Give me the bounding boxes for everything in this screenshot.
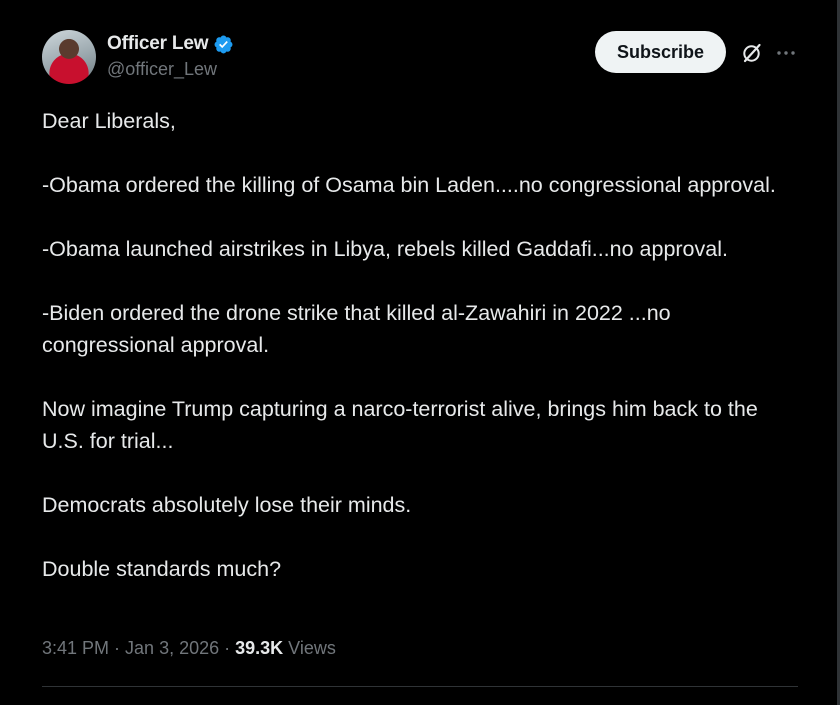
- post-date[interactable]: Jan 3, 2026: [125, 638, 219, 659]
- post-paragraph: -Obama ordered the killing of Osama bin …: [42, 173, 776, 197]
- post-paragraph: Now imagine Trump capturing a narco-terr…: [42, 397, 758, 453]
- post-paragraph: -Obama launched airstrikes in Libya, reb…: [42, 237, 728, 261]
- avatar[interactable]: [42, 30, 96, 84]
- post-paragraph: Double standards much?: [42, 557, 282, 581]
- display-name-row: Officer Lew: [107, 32, 234, 56]
- grok-icon[interactable]: [740, 41, 764, 65]
- post-paragraph: Dear Liberals,: [42, 109, 176, 133]
- post-paragraph: -Biden ordered the drone strike that kil…: [42, 301, 671, 357]
- post-meta: 3:41 PM · Jan 3, 2026 · 39.3K Views: [42, 638, 336, 659]
- verified-badge-icon: [214, 35, 233, 53]
- divider: [42, 686, 798, 687]
- author-handle[interactable]: @officer_Lew: [107, 59, 234, 80]
- subscribe-button[interactable]: Subscribe: [594, 31, 726, 73]
- post-text: Dear Liberals, -Obama ordered the killin…: [42, 105, 802, 585]
- display-name[interactable]: Officer Lew: [107, 33, 208, 55]
- meta-separator: ·: [109, 638, 126, 658]
- views-label: Views: [283, 638, 336, 658]
- more-icon[interactable]: [774, 41, 798, 65]
- views-count[interactable]: 39.3K: [235, 638, 283, 659]
- post-time[interactable]: 3:41 PM: [42, 638, 109, 659]
- post-header: Officer Lew @officer_Lew Subscribe: [42, 28, 798, 88]
- post-paragraph: Democrats absolutely lose their minds.: [42, 493, 412, 517]
- meta-separator: ·: [219, 638, 236, 658]
- author-info: Officer Lew @officer_Lew: [107, 32, 234, 80]
